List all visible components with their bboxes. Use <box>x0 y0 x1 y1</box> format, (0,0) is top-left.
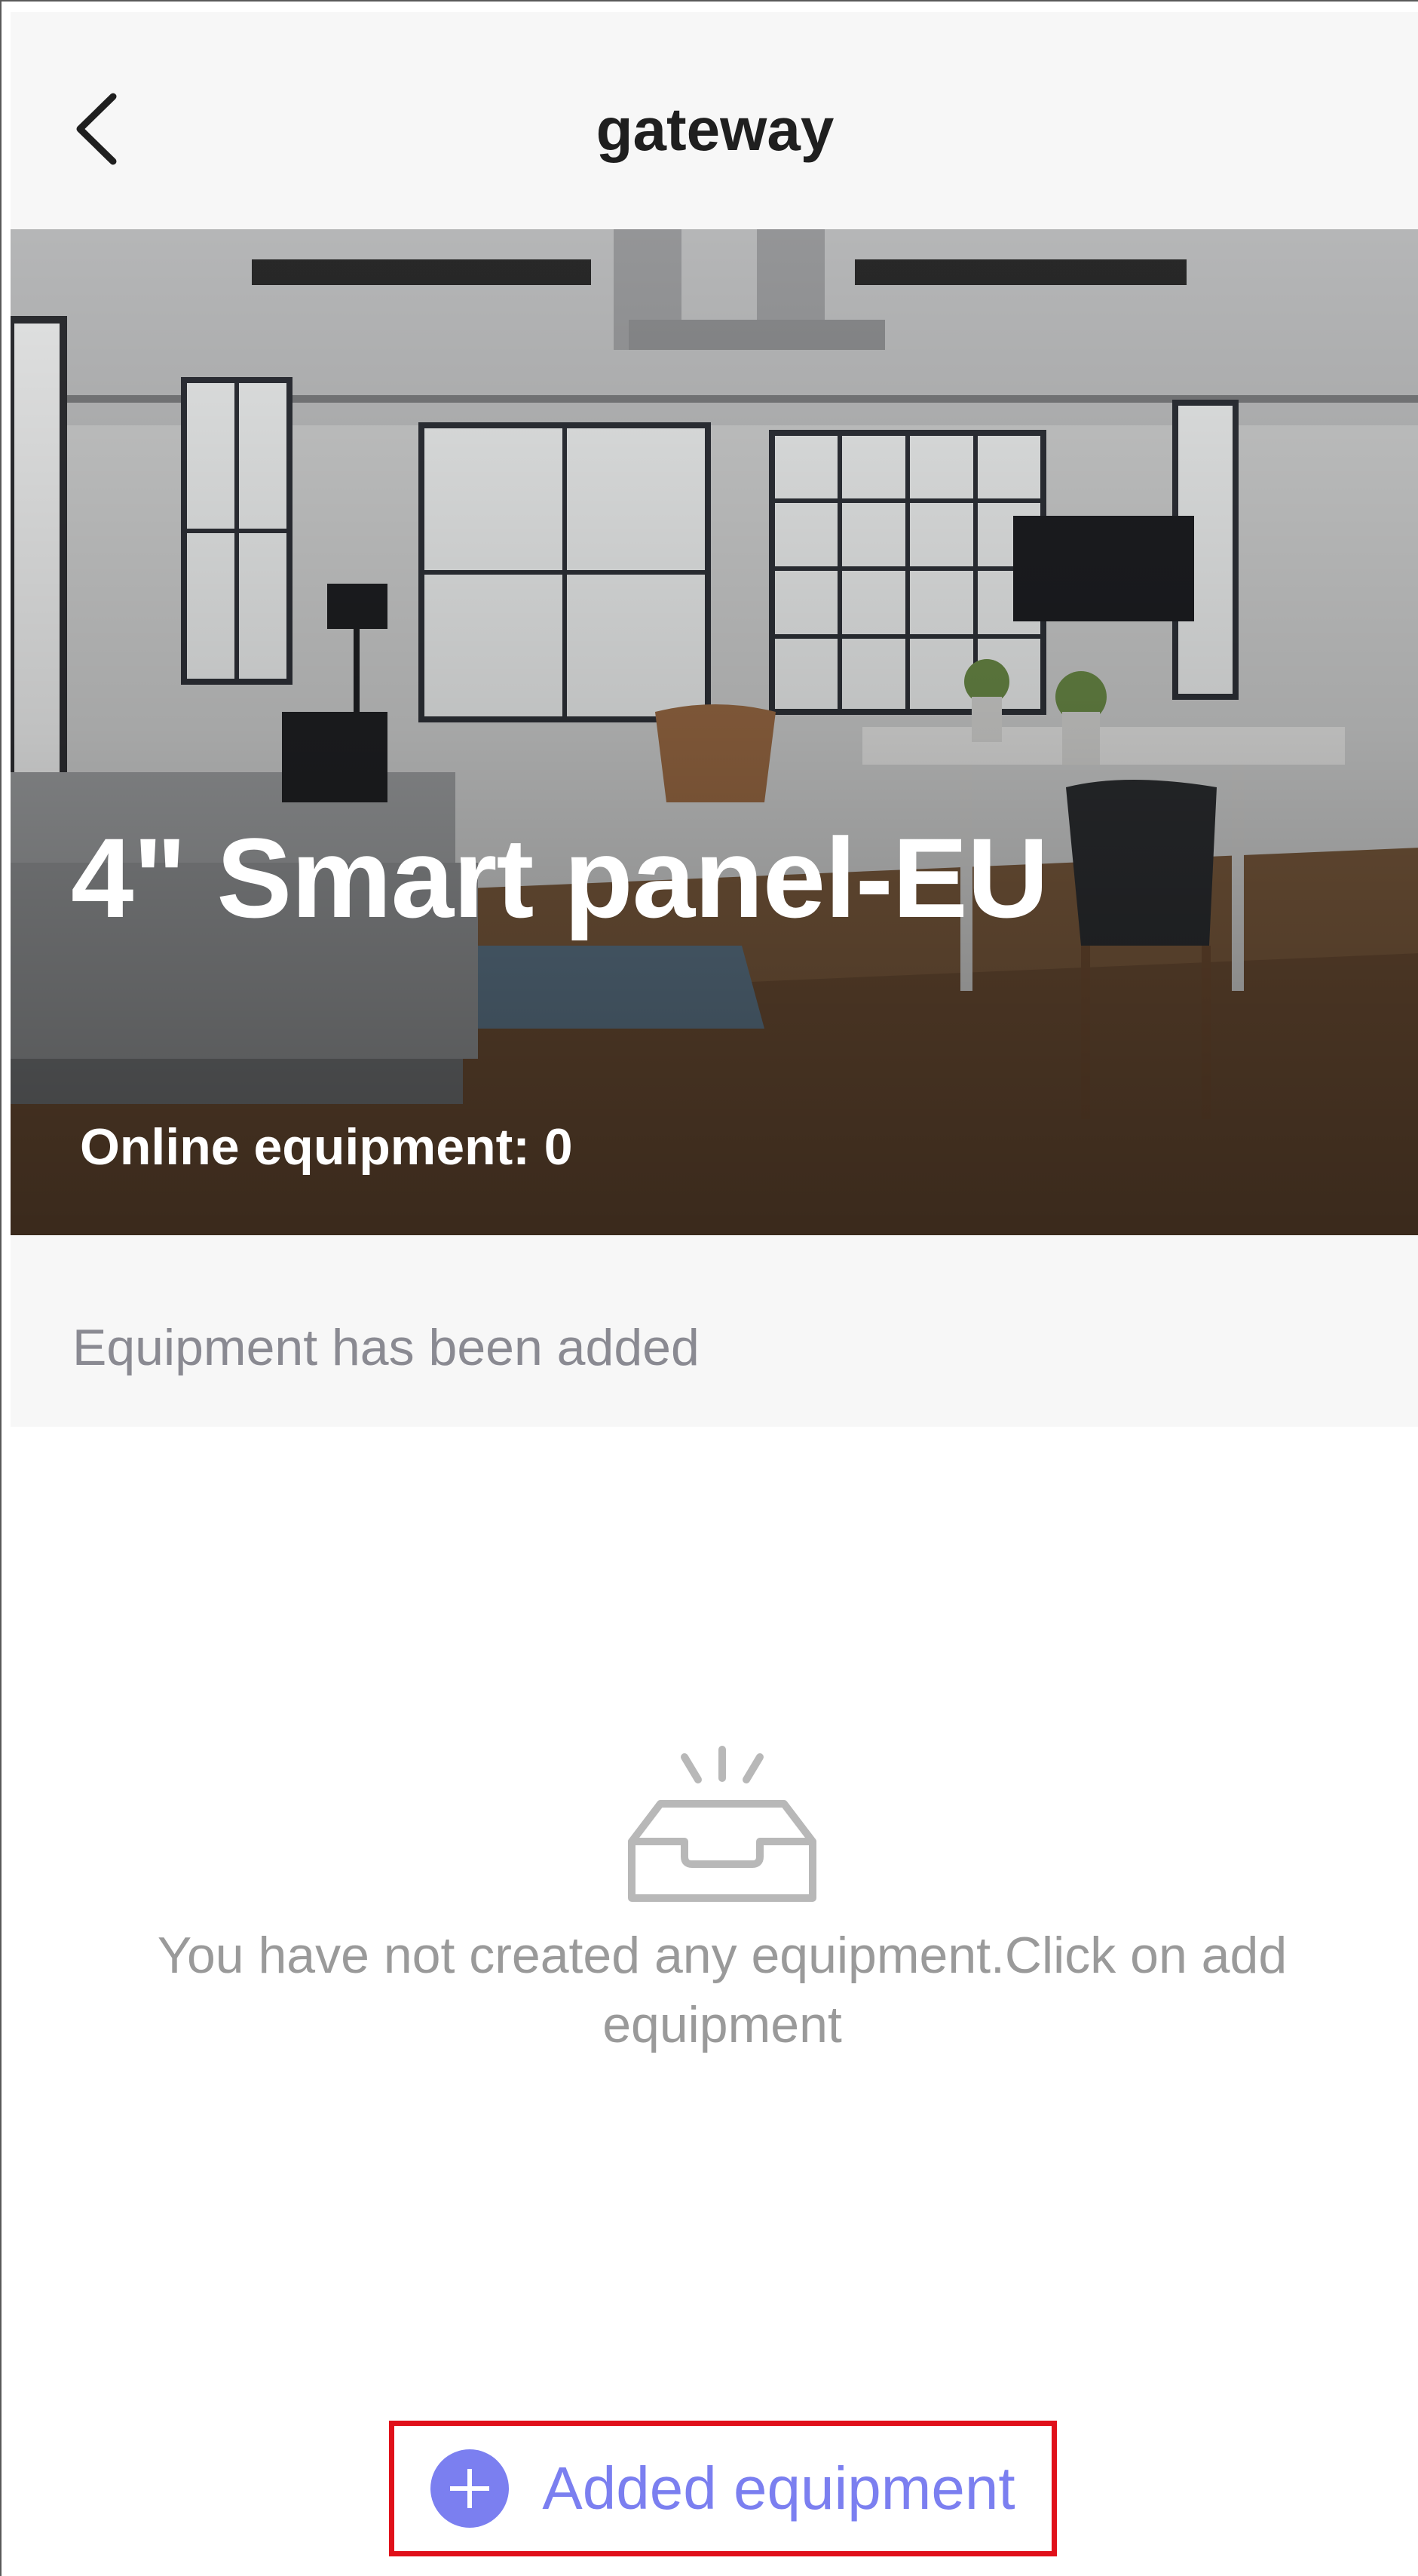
top-app-bar: gateway <box>11 12 1418 229</box>
hero-banner <box>11 229 1418 1235</box>
device-name: 4" Smart panel-EU <box>71 814 1049 941</box>
empty-state-message: You have not created any equipment.Click… <box>157 1927 1288 2053</box>
add-equipment-label: Added equipment <box>542 2455 1015 2522</box>
empty-inbox-icon <box>624 1743 820 1909</box>
section-label: Equipment has been added <box>72 1319 700 1376</box>
page-title: gateway <box>596 96 835 163</box>
plus-circle-icon <box>430 2449 510 2528</box>
section-header: Equipment has been added <box>11 1235 1418 1427</box>
add-equipment-button[interactable]: Added equipment <box>389 2421 1057 2556</box>
hero-shade <box>11 229 1418 1235</box>
online-equipment-count: Online equipment: 0 <box>80 1118 573 1176</box>
gateway-screen: gateway 4" Smart panel-EU Online equipme… <box>0 0 1418 2576</box>
